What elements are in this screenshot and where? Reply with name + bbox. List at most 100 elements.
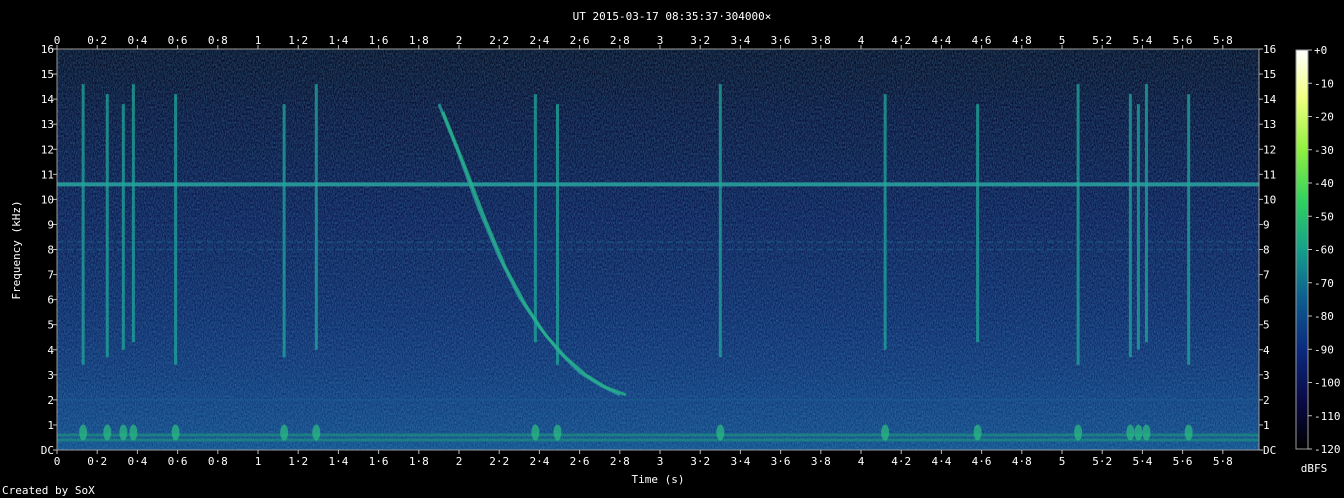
spike-base-glow bbox=[716, 424, 725, 441]
x-tick-bottom-label: 0·6 bbox=[168, 455, 188, 468]
x-tick-bottom-label: 3·6 bbox=[771, 455, 791, 468]
x-tick-bottom-label: 1 bbox=[255, 455, 262, 468]
spike-base-glow bbox=[129, 424, 138, 441]
y-tick-left-label: 3 bbox=[47, 369, 54, 382]
y-tick-right-label: 5 bbox=[1263, 319, 1270, 332]
y-tick-right-label: 7 bbox=[1263, 269, 1270, 282]
spike-base-glow bbox=[280, 424, 289, 441]
x-tick-top-label: 5·2 bbox=[1092, 34, 1112, 47]
x-tick-top-label: 2 bbox=[456, 34, 463, 47]
x-tick-bottom-label: 4 bbox=[858, 455, 865, 468]
x-tick-top-label: 3·6 bbox=[771, 34, 791, 47]
x-tick-top-label: 1·4 bbox=[328, 34, 348, 47]
x-ticks-top: 0 0·2 0·4 0·6 0·8 1 1·2 1·4 1·6 1·8 2 2·2 2·4 2·6 2·8 3… bbox=[54, 34, 1233, 49]
x-tick-bottom-label: 0 bbox=[54, 455, 61, 468]
y-tick-left-label: 12 bbox=[41, 143, 54, 156]
x-tick-bottom-label: 2·6 bbox=[570, 455, 590, 468]
x-tick-top-label: 5 bbox=[1059, 34, 1066, 47]
y-tick-right-label: 2 bbox=[1263, 394, 1270, 407]
y-axis-label: Frequency (kHz) bbox=[10, 200, 23, 299]
y-tick-left-label: 11 bbox=[41, 168, 54, 181]
colorbar-tick-label: -50 bbox=[1314, 210, 1334, 223]
y-tick-right-label: 15 bbox=[1263, 68, 1276, 81]
x-tick-bottom-label: 4·4 bbox=[931, 455, 951, 468]
x-tick-bottom-label: 5 bbox=[1059, 455, 1066, 468]
x-tick-top-label: 3·4 bbox=[730, 34, 750, 47]
y-tick-right-label: 12 bbox=[1263, 143, 1276, 156]
y-tick-right-label: 3 bbox=[1263, 369, 1270, 382]
colorbar-tick-label: -100 bbox=[1314, 377, 1341, 390]
x-tick-top-label: 4·2 bbox=[891, 34, 911, 47]
x-tick-top-label: 5·8 bbox=[1213, 34, 1233, 47]
x-tick-bottom-label: 4·6 bbox=[972, 455, 992, 468]
x-tick-bottom-label: 3·2 bbox=[690, 455, 710, 468]
x-tick-top-label: 5·6 bbox=[1173, 34, 1193, 47]
spike-base-glow bbox=[531, 424, 540, 441]
x-tick-top-label: 1 bbox=[255, 34, 262, 47]
y-tick-left-label: DC bbox=[41, 444, 54, 457]
spike-base-glow bbox=[1126, 424, 1135, 441]
x-tick-top-label: 1·2 bbox=[288, 34, 308, 47]
y-tick-right-label: 13 bbox=[1263, 118, 1276, 131]
colorbar-tick-label: -80 bbox=[1314, 310, 1334, 323]
colorbar-ticks: +0 -10 -20 -30 -40 -50 -60 -70 -80 -90 -100 -110 -12… bbox=[1308, 44, 1341, 456]
x-tick-bottom-label: 5·2 bbox=[1092, 455, 1112, 468]
y-tick-left-label: 6 bbox=[47, 294, 54, 307]
x-tick-bottom-label: 2·2 bbox=[489, 455, 509, 468]
x-axis-label: Time (s) bbox=[632, 473, 685, 486]
spike-base-glow bbox=[553, 424, 562, 441]
x-tick-top-label: 3·2 bbox=[690, 34, 710, 47]
spike-base-glow bbox=[881, 424, 890, 441]
x-tick-top-label: 2·4 bbox=[529, 34, 549, 47]
credit-text: Created by SoX bbox=[2, 484, 95, 497]
x-tick-top-label: 0 bbox=[54, 34, 61, 47]
y-ticks-left: DC12345678910111213141516 bbox=[41, 43, 57, 457]
spike-base-glow bbox=[1142, 424, 1151, 441]
x-tick-top-label: 2·6 bbox=[570, 34, 590, 47]
y-tick-left-label: 2 bbox=[47, 394, 54, 407]
colorbar-label: dBFS bbox=[1301, 462, 1328, 475]
spike-base-glow bbox=[171, 424, 180, 441]
y-tick-left-label: 7 bbox=[47, 269, 54, 282]
x-tick-bottom-label: 1·2 bbox=[288, 455, 308, 468]
colorbar-tick-label: -20 bbox=[1314, 111, 1334, 124]
colorbar-tick-label: -40 bbox=[1314, 177, 1334, 190]
colorbar-tick-label: +0 bbox=[1314, 44, 1327, 57]
x-tick-top-label: 0·2 bbox=[87, 34, 107, 47]
x-tick-bottom-label: 5·4 bbox=[1132, 455, 1152, 468]
y-tick-left-label: 1 bbox=[47, 419, 54, 432]
y-tick-left-label: 8 bbox=[47, 244, 54, 257]
x-tick-top-label: 1·6 bbox=[369, 34, 389, 47]
y-tick-left-label: 4 bbox=[47, 344, 54, 357]
x-tick-bottom-label: 3 bbox=[657, 455, 664, 468]
colorbar bbox=[1295, 49, 1309, 450]
chart-title: UT 2015-03-17 08:35:37·304000× bbox=[573, 10, 772, 23]
x-tick-top-label: 1·8 bbox=[409, 34, 429, 47]
x-tick-bottom-label: 1·6 bbox=[369, 455, 389, 468]
y-tick-right-label: 14 bbox=[1263, 93, 1277, 106]
x-tick-bottom-label: 3·8 bbox=[811, 455, 831, 468]
x-tick-bottom-label: 4·2 bbox=[891, 455, 911, 468]
x-tick-bottom-label: 5·6 bbox=[1173, 455, 1193, 468]
y-tick-right-label: 8 bbox=[1263, 244, 1270, 257]
x-tick-bottom-label: 5·8 bbox=[1213, 455, 1233, 468]
y-tick-left-label: 14 bbox=[41, 93, 55, 106]
y-tick-right-label: 16 bbox=[1263, 43, 1276, 56]
x-tick-bottom-label: 4·8 bbox=[1012, 455, 1032, 468]
x-tick-top-label: 2·8 bbox=[610, 34, 630, 47]
spike-base-glow bbox=[1074, 424, 1083, 441]
colorbar-tick-label: -90 bbox=[1314, 343, 1334, 356]
colorbar-tick-label: -60 bbox=[1314, 244, 1334, 257]
x-tick-top-label: 5·4 bbox=[1132, 34, 1152, 47]
colorbar-tick-label: -30 bbox=[1314, 144, 1334, 157]
spike-base-glow bbox=[103, 424, 112, 441]
y-tick-right-label: 4 bbox=[1263, 344, 1270, 357]
spike-base-glow bbox=[1184, 424, 1193, 441]
y-tick-left-label: 15 bbox=[41, 68, 54, 81]
y-tick-left-label: 5 bbox=[47, 319, 54, 332]
x-tick-bottom-label: 2 bbox=[456, 455, 463, 468]
x-tick-top-label: 4·6 bbox=[972, 34, 992, 47]
x-tick-bottom-label: 0·8 bbox=[208, 455, 228, 468]
x-tick-top-label: 0·4 bbox=[127, 34, 147, 47]
colorbar-tick-label: -110 bbox=[1314, 410, 1341, 423]
